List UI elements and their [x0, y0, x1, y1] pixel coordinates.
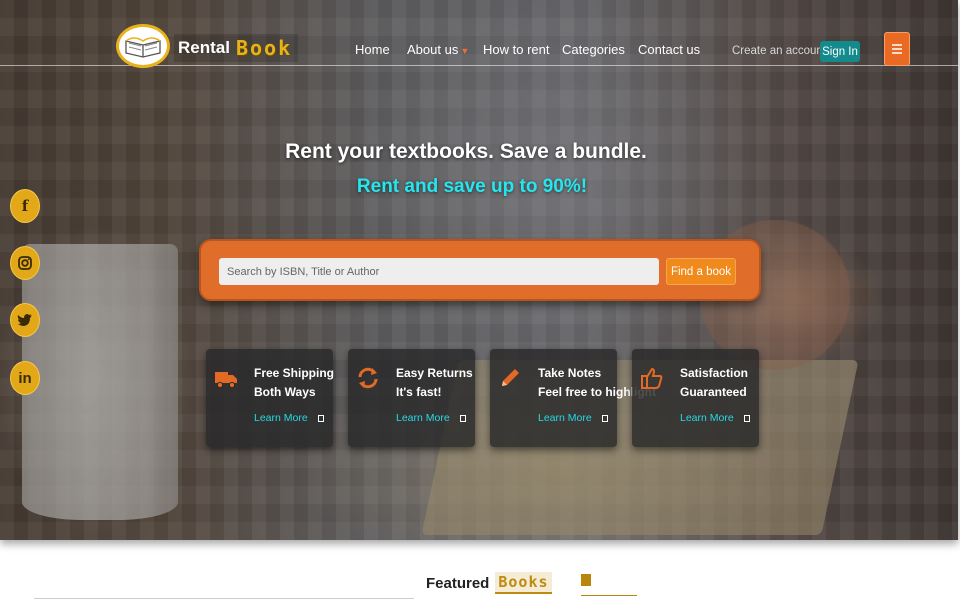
chevron-down-icon: ▼: [460, 46, 470, 56]
twitter-icon[interactable]: [10, 303, 40, 337]
nav-item-about-us[interactable]: About us ▼: [407, 42, 469, 57]
arrow-icon: [743, 414, 750, 422]
pencil-icon: [498, 366, 522, 390]
decorative-underline: [581, 595, 637, 596]
feature-title: Easy Returns: [396, 366, 473, 380]
nav-item-contact-us[interactable]: Contact us: [638, 42, 700, 57]
learn-more-link[interactable]: Learn More: [396, 412, 466, 424]
feature-subtitle: Guaranteed: [680, 385, 747, 399]
find-a-book-button[interactable]: Find a book: [666, 258, 736, 285]
truck-icon: [214, 366, 238, 390]
divider: [34, 598, 414, 599]
feature-title: Free Shipping: [254, 366, 335, 380]
learn-more-label: Learn More: [396, 412, 450, 424]
learn-more-link[interactable]: Learn More: [680, 412, 750, 424]
linkedin-icon[interactable]: in: [10, 361, 40, 395]
hamburger-icon[interactable]: [884, 32, 910, 66]
feature-title: Take Notes: [538, 366, 602, 380]
instagram-icon[interactable]: [10, 246, 40, 280]
arrow-icon: [601, 414, 608, 422]
hero-headline: Rent your textbooks. Save a bundle.: [285, 140, 647, 163]
nav-item-home[interactable]: Home: [355, 42, 390, 57]
learn-more-link[interactable]: Learn More: [538, 412, 608, 424]
learn-more-label: Learn More: [254, 412, 308, 424]
feature-card-notes: Take Notes Feel free to highlight Learn …: [490, 349, 656, 447]
feature-card-returns: Easy Returns It's fast! Learn More: [348, 349, 475, 447]
create-account-link[interactable]: Create an account: [732, 45, 826, 57]
search-input[interactable]: [219, 258, 659, 285]
sign-in-button[interactable]: Sign In: [820, 41, 860, 62]
feature-title: Satisfaction: [680, 366, 749, 380]
navbar: Rental Book Home About us ▼ How to rent C…: [0, 0, 958, 68]
featured-accent: Books: [495, 572, 552, 594]
hero-subheadline: Rent and save up to 90%!: [356, 176, 588, 197]
search-panel: Find a book: [199, 239, 761, 301]
nav-item-how-to-rent[interactable]: How to rent: [483, 42, 549, 57]
thumbs-up-icon: [640, 366, 664, 390]
refresh-icon: [356, 366, 380, 390]
hero-section: Rental Book Home About us ▼ How to rent C…: [0, 0, 958, 540]
arrow-icon: [317, 414, 324, 422]
nav-item-about-us-label: About us: [407, 42, 459, 57]
featured-books-heading: Featured Books: [426, 572, 552, 594]
linkedin-glyph: in: [18, 369, 32, 387]
feature-card-shipping: Free Shipping Both Ways Learn More: [206, 349, 335, 447]
decorative-square: [581, 574, 591, 586]
feature-card-satisfaction: Satisfaction Guaranteed Learn More: [632, 349, 759, 447]
facebook-icon[interactable]: f: [10, 189, 40, 223]
learn-more-label: Learn More: [538, 412, 592, 424]
learn-more-link[interactable]: Learn More: [254, 412, 324, 424]
feature-subtitle: It's fast!: [396, 385, 442, 399]
feature-subtitle: Both Ways: [254, 385, 316, 399]
arrow-icon: [459, 414, 466, 422]
learn-more-label: Learn More: [680, 412, 734, 424]
nav-item-categories[interactable]: Categories: [562, 42, 625, 57]
facebook-glyph: f: [21, 197, 29, 215]
featured-label: Featured: [426, 574, 490, 592]
